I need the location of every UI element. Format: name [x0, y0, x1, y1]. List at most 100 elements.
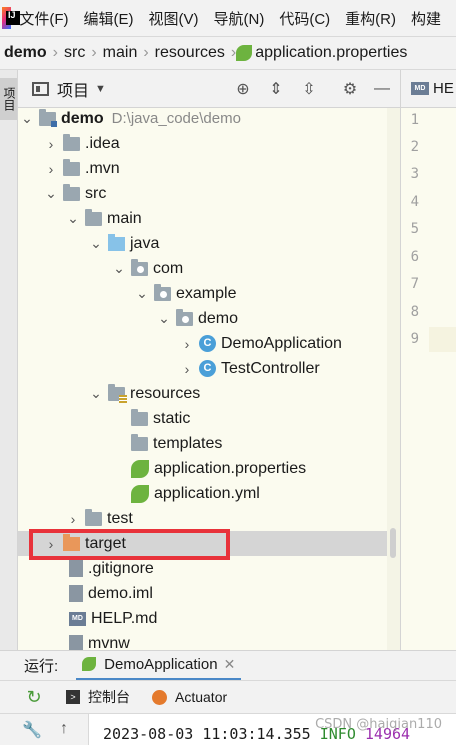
run-config-tab[interactable]: DemoApplication ✕ [76, 651, 242, 681]
tree-item-static[interactable]: static [18, 406, 387, 431]
tree-item-label: example [176, 284, 237, 302]
tree-item-com[interactable]: ⌄ com [18, 256, 387, 281]
project-tool-tab[interactable]: 项目 [0, 78, 17, 120]
console-icon: > [66, 690, 80, 704]
module-file-icon [69, 585, 83, 602]
chevron-down-icon[interactable]: ⌄ [44, 185, 58, 202]
tree-item-label: HELP.md [91, 609, 158, 627]
menu-refactor[interactable]: 重构(R) [345, 8, 396, 29]
tree-item-label: demo [198, 309, 239, 327]
intellij-logo-icon[interactable]: IJ [2, 7, 21, 29]
tree-item-help-md[interactable]: MD HELP.md [18, 606, 387, 631]
line-number: 1 [410, 112, 419, 128]
tree-item-mvnw[interactable]: mvnw [18, 631, 387, 650]
tree-item-label: .gitignore [88, 559, 154, 577]
arrow-up-icon[interactable]: ↑ [60, 720, 80, 740]
tree-item-example[interactable]: ⌄ example [18, 281, 387, 306]
folder-icon [63, 158, 80, 176]
tree-item-test[interactable]: › test [18, 506, 387, 531]
console-tab[interactable]: > 控制台 [66, 687, 130, 707]
menu-edit[interactable]: 编辑(E) [84, 8, 134, 29]
tree-item-idea[interactable]: › .idea [18, 131, 387, 156]
chevron-right-icon[interactable]: › [66, 511, 80, 527]
package-icon [154, 283, 171, 301]
project-icon [32, 81, 49, 96]
folder-icon [85, 208, 102, 226]
source-folder-icon [108, 233, 125, 251]
tree-item-main[interactable]: ⌄ main [18, 206, 387, 231]
tree-item-java[interactable]: ⌄ java [18, 231, 387, 256]
collapse-all-icon[interactable]: ⇳ [299, 79, 319, 99]
menu-view[interactable]: 视图(V) [149, 8, 199, 29]
spring-boot-run-icon [82, 657, 97, 671]
tree-item-src[interactable]: ⌄ src [18, 181, 387, 206]
breadcrumb-item-application-properties[interactable]: application.properties [255, 44, 413, 62]
actuator-icon [152, 689, 167, 705]
tree-item-demo-iml[interactable]: demo.iml [18, 581, 387, 606]
tree-item-label: java [130, 234, 160, 252]
menu-code[interactable]: 代码(C) [279, 8, 330, 29]
line-number: 3 [410, 166, 419, 182]
editor-tab-help-md[interactable]: MD HE [400, 70, 456, 108]
expand-all-icon[interactable]: ⇕ [266, 79, 286, 99]
left-tool-strip: 项目 [0, 70, 18, 650]
editor-tab-label: HE [433, 80, 454, 97]
folder-icon [131, 433, 148, 451]
breadcrumb-item-main[interactable]: main [97, 44, 144, 62]
tree-item-application-yml[interactable]: application.yml [18, 481, 387, 506]
close-icon[interactable]: ✕ [224, 656, 236, 673]
chevron-down-icon[interactable]: ⌄ [89, 385, 103, 402]
menu-build[interactable]: 构建 [411, 8, 441, 29]
minimize-icon[interactable]: — [372, 79, 392, 99]
breadcrumb-item-src[interactable]: src [58, 44, 91, 62]
run-label: 运行: [24, 658, 59, 675]
panel-title[interactable]: 项目 [57, 77, 89, 101]
tree-item-mvn[interactable]: › .mvn [18, 156, 387, 181]
rerun-icon[interactable]: ↻ [24, 687, 44, 707]
chevron-down-icon[interactable]: ⌄ [157, 310, 171, 327]
chevron-down-icon[interactable]: ⌄ [135, 285, 149, 302]
breadcrumb-item-demo[interactable]: demo [0, 44, 53, 62]
breadcrumb: demo › src › main › resources › applicat… [0, 36, 456, 70]
line-number: 4 [410, 194, 419, 210]
chevron-down-icon[interactable]: ⌄ [20, 110, 34, 127]
tree-item-label: demo.iml [88, 584, 153, 602]
chevron-right-icon[interactable]: › [180, 336, 194, 352]
scrollbar-thumb[interactable] [390, 528, 396, 558]
menu-navigate[interactable]: 导航(N) [214, 8, 265, 29]
tree-item-testcontroller[interactable]: › C TestController [18, 356, 387, 381]
chevron-down-icon[interactable]: ⌄ [89, 235, 103, 252]
chevron-right-icon[interactable]: › [44, 136, 58, 152]
tree-item-templates[interactable]: templates [18, 431, 387, 456]
wrench-icon[interactable]: 🔧 [22, 720, 42, 740]
console-output[interactable]: 2023-08-03 11:03:14.355 INFO 14964 CSDN … [88, 714, 456, 745]
ignore-file-icon [69, 560, 83, 577]
tree-item-label: application.yml [154, 484, 260, 502]
breadcrumb-item-resources[interactable]: resources [149, 44, 231, 62]
project-tree: ⌄ demo D:\java_code\demo › .idea › .mvn … [18, 108, 387, 650]
package-icon [131, 258, 148, 276]
tree-item-label: main [107, 209, 142, 227]
chevron-down-icon[interactable]: ▼ [95, 83, 106, 95]
folder-icon [63, 133, 80, 151]
menu-file[interactable]: 文件(F) [19, 8, 68, 29]
tree-item-demo-package[interactable]: ⌄ demo [18, 306, 387, 331]
gear-icon[interactable]: ⚙ [340, 79, 360, 99]
tree-item-resources[interactable]: ⌄ resources [18, 381, 387, 406]
locate-icon[interactable]: ⊕ [233, 79, 253, 99]
actuator-tab[interactable]: Actuator [152, 689, 227, 705]
tree-scrollbar[interactable] [387, 108, 400, 650]
tree-item-demo-root[interactable]: ⌄ demo D:\java_code\demo [18, 108, 387, 131]
log-timestamp: 2023-08-03 11:03:14.355 [103, 725, 311, 743]
highlight-annotation [29, 529, 230, 560]
line-number: 9 [410, 331, 419, 347]
tree-item-label: static [153, 409, 191, 427]
tree-item-demoapplication[interactable]: › C DemoApplication [18, 331, 387, 356]
chevron-down-icon[interactable]: ⌄ [112, 260, 126, 277]
tree-item-label: src [85, 184, 107, 202]
chevron-right-icon[interactable]: › [180, 361, 194, 377]
tree-item-application-properties[interactable]: application.properties [18, 456, 387, 481]
actuator-label: Actuator [175, 689, 228, 705]
chevron-right-icon[interactable]: › [44, 161, 58, 177]
chevron-down-icon[interactable]: ⌄ [66, 210, 80, 227]
